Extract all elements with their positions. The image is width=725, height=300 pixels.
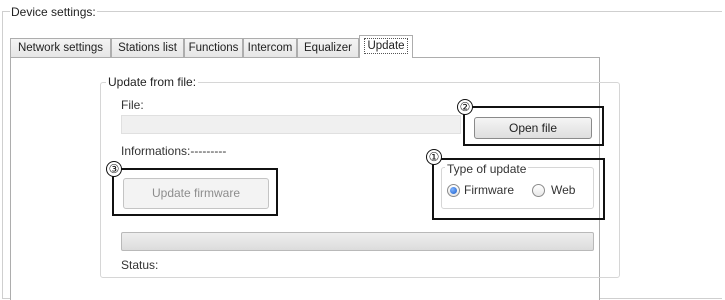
tab-update-label: Update xyxy=(364,38,408,54)
tab-functions[interactable]: Functions xyxy=(184,38,243,57)
callout-number-2: ② xyxy=(457,99,473,115)
status-label: Status: xyxy=(121,258,159,272)
update-firmware-button[interactable]: Update firmware xyxy=(123,178,269,209)
web-radio[interactable] xyxy=(532,184,545,197)
tab-intercom[interactable]: Intercom xyxy=(243,38,297,57)
callout-number-1: ① xyxy=(426,149,442,165)
update-from-file-title: Update from file: xyxy=(106,75,199,89)
tab-stations-list[interactable]: Stations list xyxy=(111,38,184,57)
tab-equalizer[interactable]: Equalizer xyxy=(297,38,359,57)
type-of-update-title: Type of update xyxy=(445,162,529,176)
firmware-radio-label: Firmware xyxy=(464,183,514,197)
web-radio-label: Web xyxy=(551,183,576,197)
firmware-radio[interactable] xyxy=(447,184,460,197)
informations-label: Informations:--------- xyxy=(121,144,227,158)
file-label: File: xyxy=(121,98,144,112)
device-settings-title: Device settings: xyxy=(10,5,97,19)
tab-baseline-right xyxy=(413,57,600,58)
tab-baseline xyxy=(10,57,359,58)
tab-network-settings[interactable]: Network settings xyxy=(10,38,111,57)
open-file-button[interactable]: Open file xyxy=(474,117,592,139)
file-path-field[interactable] xyxy=(121,115,461,134)
update-progress-bar xyxy=(121,232,594,251)
tab-update[interactable]: Update xyxy=(359,35,413,58)
callout-number-3: ③ xyxy=(106,161,122,177)
